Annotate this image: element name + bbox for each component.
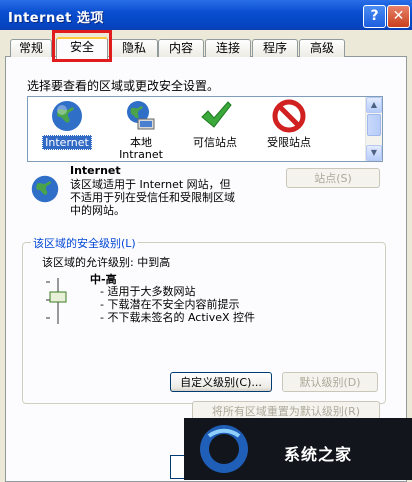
checkmark-icon — [198, 99, 232, 133]
ok-button[interactable] — [170, 455, 185, 479]
annotation-highlight-box — [52, 30, 112, 62]
close-button[interactable]: ✕ — [387, 5, 410, 28]
zone-prompt: 选择要查看的区域或更改安全设置。 — [27, 79, 220, 93]
tab-connections[interactable]: 连接 — [205, 39, 251, 57]
tab-advanced[interactable]: 高级 — [299, 39, 345, 57]
zone-restricted-label: 受限站点 — [267, 136, 311, 149]
intranet-icon — [124, 99, 158, 133]
zone-info-title: Internet — [70, 164, 121, 177]
scroll-up-icon[interactable]: ▲ — [366, 97, 382, 113]
title-bar: Internet 选项 ? ✕ — [0, 0, 412, 30]
zone-info-text: 该区域适用于 Internet 网站，但 不适用于列在受信任和受限制区域 中的网… — [70, 178, 280, 217]
tab-programs[interactable]: 程序 — [252, 39, 298, 57]
no-entry-icon — [272, 99, 306, 133]
tab-privacy[interactable]: 隐私 — [110, 39, 158, 57]
zone-restricted[interactable]: 受限站点 — [254, 99, 324, 149]
zone-intranet[interactable]: 本地 Intranet — [106, 99, 176, 161]
help-button[interactable]: ? — [363, 5, 386, 28]
watermark-logo: 系统之家 — [184, 418, 412, 480]
window-title: Internet 选项 — [8, 11, 104, 26]
watermark-text: 系统之家 — [284, 445, 353, 464]
zone-trusted[interactable]: 可信站点 — [180, 99, 250, 149]
tab-general[interactable]: 常规 — [10, 39, 52, 57]
level-bullet: - 不下载未签名的 ActiveX 控件 — [100, 311, 256, 324]
zone-info-line: 中的网站。 — [70, 204, 125, 217]
tab-content[interactable]: 内容 — [158, 39, 204, 57]
zone-info-line: 该区域适用于 Internet 网站，但 — [70, 178, 231, 191]
globe-icon — [30, 174, 60, 204]
security-level-description: - 适用于大多数网站 - 下载潜在不安全内容前提示 - 不下载未签名的 Acti… — [100, 285, 255, 324]
zone-list-scrollbar[interactable]: ▲ ▼ — [365, 97, 382, 161]
zone-internet-label: Internet — [42, 135, 92, 150]
custom-level-button[interactable]: 自定义级别(C)... — [170, 372, 272, 392]
sites-button[interactable]: 站点(S) — [286, 168, 380, 188]
scroll-down-icon[interactable]: ▼ — [366, 145, 382, 161]
scroll-thumb[interactable] — [367, 114, 381, 136]
zone-intranet-label: 本地 Intranet — [119, 136, 163, 161]
zone-trusted-label: 可信站点 — [193, 136, 237, 149]
default-level-button[interactable]: 默认级别(D) — [282, 372, 378, 392]
allowed-levels-text: 该区域的允许级别: 中到高 — [42, 256, 171, 269]
globe-icon — [50, 99, 84, 133]
level-bullet: - 适用于大多数网站 — [100, 285, 196, 298]
level-bullet: - 下载潜在不安全内容前提示 — [100, 298, 240, 311]
security-level-slider[interactable] — [40, 276, 76, 326]
zone-list[interactable]: Internet 本地 Intranet 可信站点 受限站点 ▲ ▼ — [27, 96, 383, 162]
zone-info-line: 不适用于列在受信任和受限制区域 — [70, 191, 235, 204]
security-level-group-label: 该区域的安全级别(L) — [31, 235, 138, 251]
zone-internet[interactable]: Internet — [32, 99, 102, 150]
